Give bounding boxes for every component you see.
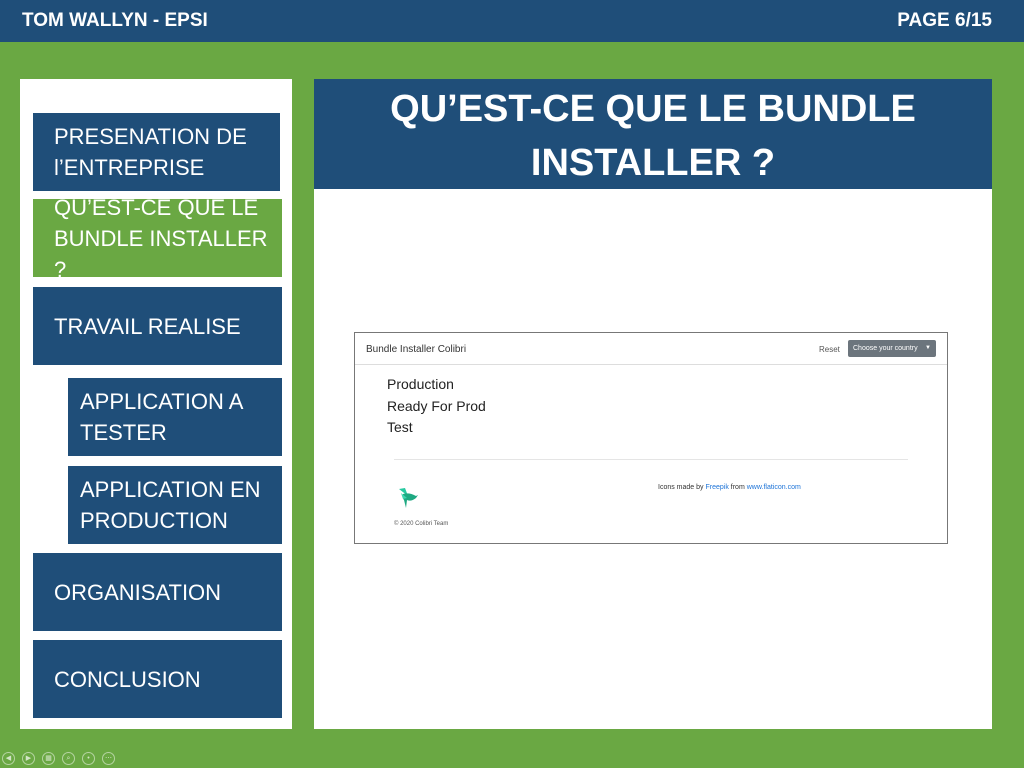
footer-divider xyxy=(394,459,908,460)
credit-mid: from xyxy=(730,484,745,491)
page-number: PAGE 6/15 xyxy=(897,10,992,31)
next-icon[interactable]: ▶ xyxy=(22,752,35,765)
nav-item-presentation[interactable]: PRESENATION DE l’ENTREPRISE xyxy=(33,113,280,191)
list-item[interactable]: Production xyxy=(387,374,486,396)
copyright-text: © 2020 Colibri Team xyxy=(394,521,449,527)
app-navbar: Bundle Installer Colibri Reset Choose yo… xyxy=(355,333,947,365)
slides-icon[interactable]: ▦ xyxy=(42,752,55,765)
credit-prefix: Icons made by xyxy=(658,484,704,491)
country-dropdown-label: Choose your country xyxy=(853,345,918,352)
list-item[interactable]: Ready For Prod xyxy=(387,396,486,418)
zoom-icon[interactable]: ⌕ xyxy=(62,752,75,765)
pointer-icon[interactable]: • xyxy=(82,752,95,765)
header-bar: TOM WALLYN - EPSI PAGE 6/15 xyxy=(0,0,1024,42)
nav-item-bundle-installer[interactable]: QU’EST-CE QUE LE BUNDLE INSTALLER ? xyxy=(33,195,282,282)
more-icon[interactable]: ⋯ xyxy=(102,752,115,765)
environment-list: Production Ready For Prod Test xyxy=(387,374,486,439)
list-item[interactable]: Test xyxy=(387,417,486,439)
nav-item-conclusion[interactable]: CONCLUSION xyxy=(33,640,282,718)
country-dropdown[interactable]: Choose your country ▼ xyxy=(848,340,936,357)
app-brand: Bundle Installer Colibri xyxy=(366,344,467,355)
slide-content: QU’EST-CE QUE LE BUNDLE INSTALLER ? Bund… xyxy=(314,79,992,729)
nav-item-travail-realise[interactable]: TRAVAIL REALISE xyxy=(33,287,282,365)
nav-item-organisation[interactable]: ORGANISATION xyxy=(33,553,282,631)
slide-title: QU’EST-CE QUE LE BUNDLE INSTALLER ? xyxy=(314,79,992,189)
author-title: TOM WALLYN - EPSI xyxy=(22,10,208,31)
icon-credit: Icons made by Freepik from www.flaticon.… xyxy=(658,484,801,491)
caret-down-icon: ▼ xyxy=(925,345,931,351)
app-screenshot: Bundle Installer Colibri Reset Choose yo… xyxy=(354,332,948,544)
nav-item-application-a-tester[interactable]: APPLICATION A TESTER xyxy=(68,378,282,456)
flaticon-link[interactable]: www.flaticon.com xyxy=(747,484,801,491)
hummingbird-icon xyxy=(399,488,418,508)
reset-link[interactable]: Reset xyxy=(819,345,840,354)
freepik-link[interactable]: Freepik xyxy=(705,484,728,491)
slideshow-controls: ◀ ▶ ▦ ⌕ • ⋯ xyxy=(2,752,115,766)
previous-icon[interactable]: ◀ xyxy=(2,752,15,765)
nav-item-application-en-production[interactable]: APPLICATION EN PRODUCTION xyxy=(68,466,282,544)
sidebar: PRESENATION DE l’ENTREPRISE QU’EST-CE QU… xyxy=(20,79,292,729)
